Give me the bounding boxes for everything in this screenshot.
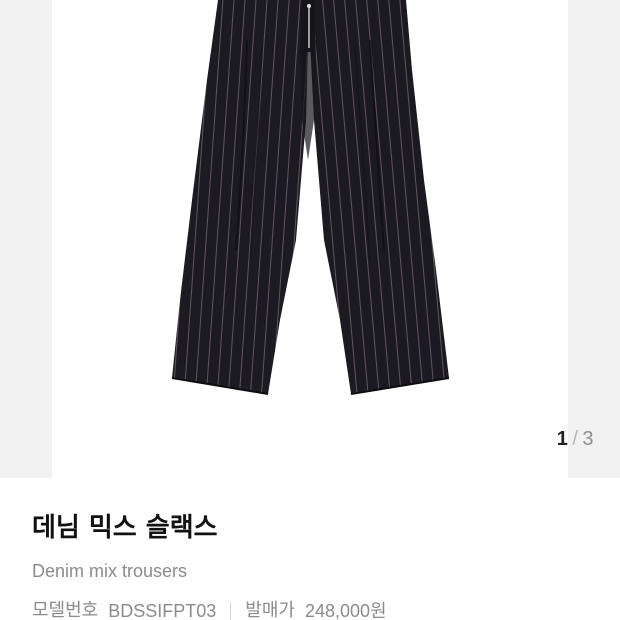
product-name-english: Denim mix trousers xyxy=(32,561,188,581)
model-number-value: BDSSIFPT03 xyxy=(108,601,217,620)
page-separator: / xyxy=(572,428,579,450)
product-detail-page: 1/3 데님 믹스 슬랙스 Denim mix trousers 모델번호 BD… xyxy=(0,0,620,620)
release-price-value: 248,000원 xyxy=(304,601,387,620)
model-number-label: 모델번호 xyxy=(32,600,99,620)
product-image[interactable] xyxy=(52,0,568,478)
current-page-number: 1 xyxy=(556,428,569,450)
total-page-count: 3 xyxy=(582,428,594,450)
gallery-prev-peek[interactable] xyxy=(0,0,52,478)
product-meta-row: 모델번호 BDSSIFPT03 발매가 248,000원 xyxy=(32,600,592,620)
meta-divider xyxy=(230,602,232,620)
product-image-gallery[interactable]: 1/3 xyxy=(0,0,620,478)
gallery-next-peek[interactable] xyxy=(568,0,620,478)
product-info: 데님 믹스 슬랙스 Denim mix trousers 모델번호 BDSSIF… xyxy=(32,510,592,620)
release-price-label: 발매가 xyxy=(245,600,295,620)
image-page-counter: 1/3 xyxy=(557,428,594,451)
product-name-korean: 데님 믹스 슬랙스 xyxy=(32,513,218,543)
